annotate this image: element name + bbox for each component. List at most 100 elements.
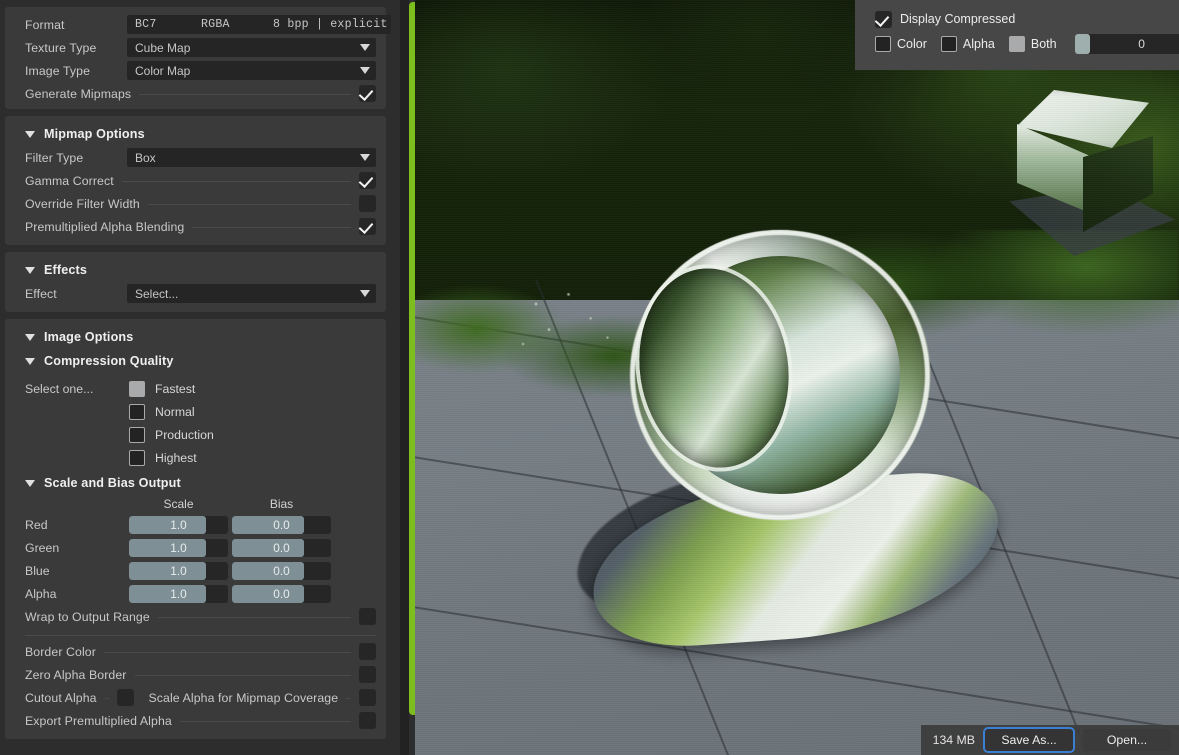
row-format: Format BC7 RGBA 8 bpp | explicit alpha	[5, 13, 391, 36]
quality-checkbox-normal[interactable]	[129, 403, 145, 420]
row-connector	[139, 94, 351, 95]
filter-type-label: Filter Type	[25, 150, 84, 165]
texture-preview-viewport[interactable]: Display Compressed Color Alpha Both 0 Mi…	[415, 0, 1179, 755]
format-detail-value: 8 bpp | explicit alpha	[273, 18, 391, 31]
quality-option-highest[interactable]: Highest	[5, 446, 386, 469]
image-options-header[interactable]: Image Options	[5, 325, 386, 349]
bias-slider-alpha[interactable]: 0.0	[232, 584, 331, 603]
mip-level-slider[interactable]: 0	[1074, 34, 1179, 54]
compression-quality-title: Compression Quality	[44, 354, 174, 368]
row-connector	[103, 652, 351, 653]
chevron-down-icon	[360, 67, 370, 74]
chevron-down-icon	[360, 290, 370, 297]
row-texture-type: Texture Type Cube Map	[5, 36, 386, 59]
effect-dropdown[interactable]: Select...	[127, 284, 376, 303]
bias-value-red: 0.0	[273, 517, 290, 532]
display-alpha-checkbox[interactable]	[940, 36, 957, 52]
bias-slider-green[interactable]: 0.0	[232, 538, 331, 557]
bias-slider-blue[interactable]: 0.0	[232, 561, 331, 580]
quality-option-production[interactable]: Production	[5, 423, 386, 446]
open-button[interactable]: Open...	[1083, 729, 1171, 751]
display-color-checkbox[interactable]	[875, 36, 891, 52]
texture-type-value: Cube Map	[135, 40, 191, 55]
display-alpha-label: Alpha	[962, 37, 995, 51]
quality-checkbox-production[interactable]	[129, 426, 145, 443]
display-color-label: Color	[897, 37, 927, 51]
compression-quality-header[interactable]: Compression Quality	[5, 349, 386, 373]
export-premultiplied-alpha-label: Export Premultiplied Alpha	[25, 713, 172, 728]
scale-slider-green[interactable]: 1.0	[129, 538, 228, 557]
channel-display-row: Color Alpha Both 0 Mip	[875, 33, 1179, 55]
bias-value-green: 0.0	[273, 540, 290, 555]
premultiplied-alpha-blending-checkbox[interactable]	[359, 218, 376, 235]
quality-label-highest: Highest	[155, 450, 197, 465]
triangle-down-icon	[25, 333, 35, 341]
row-gamma-correct: Gamma Correct	[5, 169, 386, 192]
row-connector	[104, 698, 110, 699]
bias-slider-red[interactable]: 0.0	[232, 515, 331, 534]
chevron-down-icon	[360, 154, 370, 161]
image-type-dropdown[interactable]: Color Map	[127, 61, 376, 80]
display-both-label: Both	[1030, 37, 1057, 51]
row-effect: Effect Select...	[5, 282, 386, 305]
column-header-bias: Bias	[269, 497, 294, 511]
override-filter-width-checkbox[interactable]	[359, 195, 376, 212]
display-compressed-checkbox[interactable]	[875, 10, 892, 28]
scene-chrome-cube	[1003, 90, 1168, 240]
format-dropdown[interactable]: BC7 RGBA 8 bpp | explicit alpha	[127, 15, 391, 34]
quality-option-normal[interactable]: Normal	[5, 400, 386, 423]
scale-and-bias-header[interactable]: Scale and Bias Output	[5, 471, 386, 495]
texture-type-dropdown[interactable]: Cube Map	[127, 38, 376, 57]
bottom-action-bar: 134 MB Save As... Open...	[920, 725, 1179, 755]
generate-mipmaps-checkbox[interactable]	[359, 85, 376, 102]
row-border-color: Border Color	[5, 640, 386, 663]
scale-bias-row-blue: Blue 1.0 0.0	[5, 559, 386, 582]
format-codec-value: BC7	[135, 18, 157, 31]
display-both-checkbox[interactable]	[1008, 36, 1025, 52]
display-compressed-label: Display Compressed	[900, 12, 1016, 26]
save-as-button[interactable]: Save As...	[985, 729, 1073, 751]
quality-checkbox-fastest[interactable]	[129, 380, 145, 397]
rendered-scene	[415, 0, 1179, 755]
scale-slider-red[interactable]: 1.0	[129, 515, 228, 534]
row-premultiplied-alpha-blending: Premultiplied Alpha Blending	[5, 215, 386, 238]
effects-header[interactable]: Effects	[5, 258, 386, 282]
mipmap-options-card: Mipmap Options Filter Type Box Gamma Cor…	[5, 116, 386, 245]
bias-value-alpha: 0.0	[273, 586, 290, 601]
quality-label-normal: Normal	[155, 404, 195, 419]
scale-value-green: 1.0	[170, 540, 187, 555]
scale-bias-column-headers: Scale Bias	[5, 495, 386, 513]
scale-alpha-mipmap-coverage-checkbox[interactable]	[359, 689, 377, 706]
quality-label-fastest: Fastest	[155, 381, 196, 396]
wrap-to-output-range-checkbox[interactable]	[359, 608, 376, 625]
row-connector	[346, 698, 352, 699]
vertical-scrollbar-track[interactable]	[400, 0, 418, 755]
border-color-checkbox[interactable]	[359, 643, 376, 660]
scale-slider-blue[interactable]: 1.0	[129, 561, 228, 580]
wrap-to-output-range-label: Wrap to Output Range	[25, 609, 150, 624]
quality-label-production: Production	[155, 427, 214, 442]
channel-label-red: Red	[25, 517, 48, 532]
column-header-scale: Scale	[163, 497, 194, 511]
gamma-correct-checkbox[interactable]	[359, 172, 376, 189]
scale-value-alpha: 1.0	[170, 586, 187, 601]
mipmap-options-header[interactable]: Mipmap Options	[5, 122, 386, 146]
scale-value-blue: 1.0	[170, 563, 187, 578]
row-filter-type: Filter Type Box	[5, 146, 386, 169]
row-cutout-alpha: Cutout Alpha Scale Alpha for Mipmap Cove…	[5, 686, 386, 709]
border-color-label: Border Color	[25, 644, 96, 659]
quality-option-fastest[interactable]: Select one... Fastest	[5, 377, 386, 400]
display-compressed-row[interactable]: Display Compressed	[875, 9, 1167, 29]
zero-alpha-border-checkbox[interactable]	[359, 666, 376, 683]
row-export-premultiplied-alpha: Export Premultiplied Alpha	[5, 709, 386, 732]
export-premultiplied-alpha-checkbox[interactable]	[359, 712, 376, 729]
row-connector	[192, 227, 351, 228]
gamma-correct-label: Gamma Correct	[25, 173, 114, 188]
quality-checkbox-highest[interactable]	[129, 449, 145, 466]
scene-flowers	[510, 280, 640, 360]
filter-type-dropdown[interactable]: Box	[127, 148, 376, 167]
cutout-alpha-checkbox[interactable]	[117, 689, 135, 706]
section-divider	[5, 628, 386, 640]
scale-slider-alpha[interactable]: 1.0	[129, 584, 228, 603]
effect-value: Select...	[135, 286, 179, 301]
